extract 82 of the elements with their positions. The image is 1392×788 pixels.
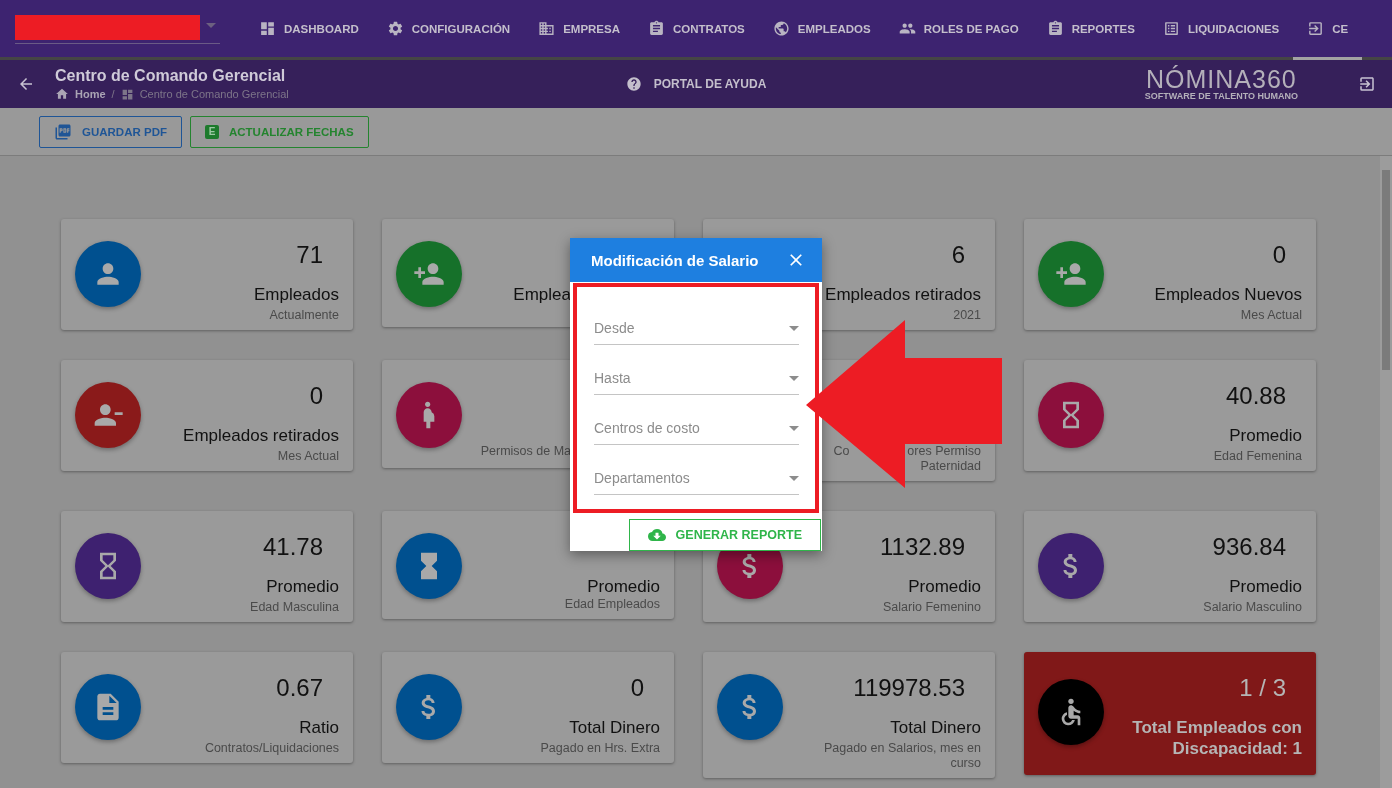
- nav-tab[interactable]: EMPLEADOS: [758, 0, 885, 60]
- help-link[interactable]: PORTAL DE AYUDA: [625, 76, 767, 92]
- stat-label: Emplea: [513, 284, 571, 305]
- select-field[interactable]: Desde: [594, 309, 799, 345]
- cloud-download-icon: [647, 526, 666, 544]
- stat-caption: 2021: [953, 308, 981, 323]
- stat-label: Ratio: [299, 717, 339, 738]
- stat-label: Total Dinero: [890, 717, 981, 738]
- stat-value: 6: [951, 241, 965, 269]
- stat-label: Total Dinero: [569, 717, 660, 738]
- stat-value: 936.84: [1212, 533, 1286, 561]
- stat-caption: Actualmente: [269, 308, 339, 323]
- caret-icon: [789, 376, 799, 381]
- stat-value: 0: [1272, 241, 1286, 269]
- stat-value: 1 / 3: [1239, 674, 1286, 702]
- stat-label: Empleados Nuevos: [1154, 284, 1302, 305]
- spreadsheet-icon: E: [205, 124, 219, 139]
- nav-tab[interactable]: REPORTES: [1032, 0, 1149, 60]
- caret-icon: [789, 476, 799, 481]
- select-field[interactable]: Departamentos: [594, 459, 799, 495]
- nav-tab[interactable]: ROLES DE PAGO: [884, 0, 1033, 60]
- scrollbar[interactable]: [1380, 156, 1392, 788]
- pdf-icon: [54, 122, 72, 141]
- caret-icon[interactable]: [206, 23, 216, 28]
- stat-caption: Pagado en Salarios, mes en curso: [822, 741, 981, 771]
- stat-label: Empleados retirados: [825, 284, 981, 305]
- breadcrumb-link[interactable]: Home: [75, 88, 106, 100]
- stat-label: Promedio: [266, 576, 339, 597]
- stat-value: 71: [296, 241, 323, 269]
- nav-tab[interactable]: CONFIGURACIÓN: [372, 0, 525, 60]
- exit-icon: [1307, 20, 1325, 37]
- list-icon: [1162, 20, 1180, 37]
- stat-caption: Salario Femenino: [883, 600, 981, 615]
- stat-label: Empleados: [253, 284, 339, 305]
- stat-caption: Edad Empleados: [564, 597, 660, 612]
- stat-value: 40.88: [1225, 382, 1286, 410]
- stat-caption: Paternidad: [920, 459, 981, 474]
- dialog-title: Modificación de Salario: [591, 251, 759, 269]
- stat-caption: Co: [833, 444, 850, 459]
- globe-icon: [772, 20, 790, 37]
- breadcrumb-item: Centro de Comando Gerencial: [139, 88, 289, 100]
- clipboard-icon: [648, 20, 665, 37]
- logo: NÓMINA360 SOFTWARE DE TALENTO HUMANO: [1144, 67, 1298, 101]
- dashboard-icon: [259, 20, 276, 37]
- stat-caption: Edad Femenina: [1213, 449, 1302, 464]
- stat-caption: Contratos/Liquidaciones: [204, 741, 339, 756]
- dashboard-icon: [120, 87, 134, 101]
- select-field[interactable]: Centros de costo: [594, 409, 799, 445]
- nav-tab[interactable]: DASHBOARD: [245, 0, 373, 60]
- stat-caption: Permisos de Ma: [480, 444, 571, 459]
- nav-tab[interactable]: CONTRATOS: [634, 0, 759, 60]
- gear-icon: [386, 20, 404, 37]
- stat-value: 0: [630, 674, 644, 702]
- stat-label: Empleados retirados: [183, 425, 339, 446]
- stat-caption: Mes Actual: [1240, 308, 1302, 323]
- stat-label: Promedio: [1229, 576, 1302, 597]
- breadcrumb-separator: /: [111, 88, 115, 100]
- stat-label: Total Empleados con Discapacidad: 1: [1132, 717, 1302, 759]
- select-field[interactable]: Hasta: [594, 359, 799, 395]
- caret-icon: [789, 326, 799, 331]
- nav-tab[interactable]: EMPRESA: [524, 0, 634, 60]
- nav-tab[interactable]: LIQUIDACIONES: [1148, 0, 1294, 60]
- stat-value: 0.67: [276, 674, 323, 702]
- stat-value: 1132.89: [880, 533, 965, 561]
- home-icon: [55, 87, 69, 101]
- stat-value: 41.78: [262, 533, 323, 561]
- page-title: Centro de Comando Gerencial: [55, 67, 287, 85]
- help-icon: [625, 76, 642, 92]
- clipboard-icon: [1046, 20, 1064, 37]
- stat-caption: Pagado en Hrs. Extra: [540, 741, 660, 756]
- stat-caption: Mes Actual: [277, 449, 339, 464]
- stat-value: 0: [309, 382, 323, 410]
- caret-icon: [789, 426, 799, 431]
- stat-label: Promedio: [908, 576, 981, 597]
- stat-caption: Edad Masculina: [250, 600, 339, 615]
- stat-label: Promedio: [587, 576, 660, 597]
- stat-label: Promedio: [1229, 425, 1302, 446]
- stat-value: 119978.53: [853, 674, 965, 702]
- stat-caption: ores Permiso: [907, 444, 981, 459]
- building-icon: [538, 20, 556, 37]
- stat-caption: Salario Masculino: [1203, 600, 1302, 615]
- logout-icon[interactable]: [1358, 75, 1376, 93]
